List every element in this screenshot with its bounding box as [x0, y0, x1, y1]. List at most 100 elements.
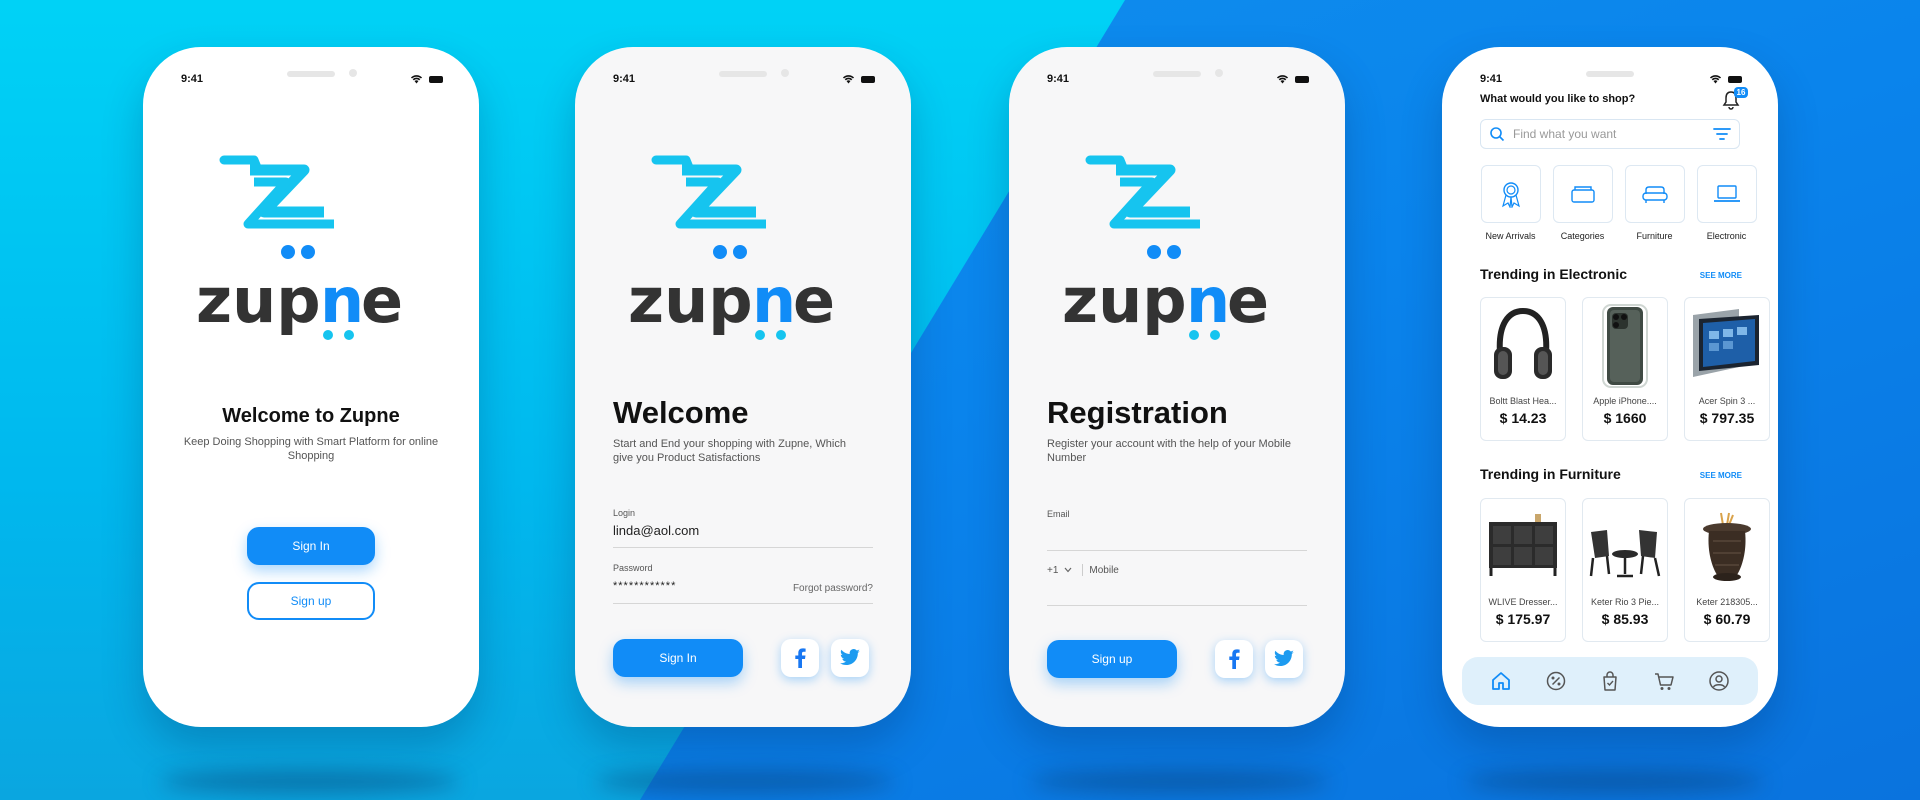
logo-wordmark-n: n	[752, 264, 796, 337]
product-name: Boltt Blast Hea...	[1489, 396, 1557, 406]
speaker-notch	[719, 71, 767, 77]
notification-badge: 16	[1734, 87, 1748, 98]
see-more-link[interactable]: SEE MORE	[1700, 471, 1742, 480]
zupne-logo: zup n e	[628, 152, 858, 352]
bottom-navigation	[1462, 657, 1758, 705]
award-icon	[1501, 182, 1520, 208]
sign-up-button[interactable]: Sign up	[1047, 640, 1177, 678]
nav-profile[interactable]	[1707, 669, 1731, 693]
shop-question: What would you like to shop?	[1480, 93, 1636, 105]
battery-icon	[861, 75, 875, 83]
phone-shadow	[1465, 770, 1765, 794]
category-label: Furniture	[1636, 231, 1673, 241]
divider	[1082, 564, 1084, 576]
product-card[interactable]: WLIVE Dresser... $ 175.97	[1480, 498, 1566, 642]
product-price: $ 797.35	[1699, 410, 1755, 426]
country-code[interactable]: +1	[1047, 565, 1058, 576]
category-new-arrivals[interactable]: New Arrivals	[1480, 165, 1541, 241]
product-row: Boltt Blast Hea... $ 14.23 Apple iPhone.…	[1480, 297, 1770, 441]
product-card[interactable]: Apple iPhone.... $ 1660	[1582, 297, 1668, 441]
email-label: Email	[1047, 509, 1070, 519]
discount-icon	[1546, 671, 1565, 691]
logo-wordmark-start: zup	[1062, 264, 1187, 337]
logo-wordmark-n: n	[320, 264, 364, 337]
wifi-icon	[1709, 75, 1722, 84]
login-input[interactable]: linda@aol.com	[613, 523, 699, 538]
sign-up-button[interactable]: Sign up	[247, 582, 375, 620]
speaker-notch	[1586, 71, 1634, 77]
facebook-icon	[795, 648, 806, 668]
product-card[interactable]: Acer Spin 3 ... $ 797.35	[1684, 297, 1770, 441]
sign-in-button[interactable]: Sign In	[613, 639, 743, 677]
product-name: Apple iPhone....	[1593, 396, 1657, 406]
laptop-image	[1693, 309, 1759, 377]
nav-home[interactable]	[1489, 669, 1513, 693]
product-image	[1583, 499, 1667, 595]
facebook-button[interactable]	[1215, 640, 1253, 678]
registration-subtitle: Register your account with the help of y…	[1047, 438, 1291, 464]
nav-bag[interactable]	[1598, 669, 1622, 693]
status-time: 9:41	[613, 73, 636, 85]
dresser-image	[1489, 514, 1557, 576]
registration-title: Registration	[1047, 395, 1228, 430]
cart-icon	[1655, 673, 1675, 690]
cooler-table-image	[1703, 512, 1751, 581]
product-image	[1481, 298, 1565, 394]
phone-login-screen: 9:41 zup n e Welcome Start and End your …	[575, 47, 911, 727]
facebook-icon	[1229, 649, 1240, 669]
product-price: $ 85.93	[1601, 611, 1649, 627]
product-image	[1685, 298, 1769, 394]
product-card[interactable]: Boltt Blast Hea... $ 14.23	[1480, 297, 1566, 441]
facebook-button[interactable]	[781, 639, 819, 677]
nav-offers[interactable]	[1544, 669, 1568, 693]
login-title: Welcome	[613, 395, 749, 430]
mobile-underline	[1047, 605, 1307, 606]
wifi-icon	[1276, 75, 1289, 84]
section-title: Trending in Electronic	[1480, 266, 1628, 282]
product-price: $ 60.79	[1703, 611, 1751, 627]
product-price: $ 1660	[1603, 410, 1647, 426]
logo-wordmark-start: zup	[628, 264, 753, 337]
product-card[interactable]: Keter Rio 3 Pie... $ 85.93	[1582, 498, 1668, 642]
see-more-link[interactable]: SEE MORE	[1700, 271, 1742, 280]
login-label: Login	[613, 508, 636, 518]
search-bar[interactable]: Find what you want	[1480, 119, 1740, 149]
phone-shop-screen: 9:41 What would you like to shop? 16 Fin…	[1442, 47, 1778, 727]
mobile-field[interactable]: +1 Mobile	[1047, 564, 1119, 576]
search-input[interactable]: Find what you want	[1513, 127, 1705, 141]
twitter-icon	[1274, 650, 1294, 667]
product-name: Keter 218305...	[1696, 597, 1758, 607]
password-label: Password	[613, 563, 653, 573]
email-field[interactable]	[1047, 550, 1307, 551]
logo-wordmark-end: e	[1227, 264, 1269, 337]
product-price: $ 175.97	[1495, 611, 1551, 627]
phone-shadow	[160, 770, 460, 794]
category-label: Categories	[1560, 231, 1605, 241]
wifi-icon	[842, 75, 855, 84]
product-card[interactable]: Keter 218305... $ 60.79	[1684, 498, 1770, 642]
bag-icon	[1603, 671, 1617, 691]
camera-dot	[1215, 69, 1223, 77]
category-electronic[interactable]: Electronic	[1696, 165, 1757, 241]
password-input[interactable]: ************	[613, 580, 676, 592]
logo-wordmark-n: n	[1186, 264, 1230, 337]
section-title: Trending in Furniture	[1480, 466, 1621, 482]
product-image	[1481, 499, 1565, 595]
battery-icon	[429, 75, 443, 83]
filter-icon[interactable]	[1713, 127, 1731, 141]
login-underline	[613, 547, 873, 548]
product-name: Acer Spin 3 ...	[1698, 396, 1756, 406]
twitter-icon	[840, 649, 860, 666]
speaker-notch	[287, 71, 335, 77]
twitter-button[interactable]	[1265, 640, 1303, 678]
welcome-title: Welcome to Zupne	[222, 405, 400, 427]
category-categories[interactable]: Categories	[1552, 165, 1613, 241]
category-label: New Arrivals	[1485, 231, 1536, 241]
nav-cart[interactable]	[1652, 669, 1676, 693]
login-subtitle: Start and End your shopping with Zupne, …	[613, 438, 846, 464]
phone-image	[1602, 304, 1648, 388]
forgot-password-link[interactable]: Forgot password?	[793, 583, 873, 594]
category-furniture[interactable]: Furniture	[1624, 165, 1685, 241]
sign-in-button[interactable]: Sign In	[247, 527, 375, 565]
twitter-button[interactable]	[831, 639, 869, 677]
